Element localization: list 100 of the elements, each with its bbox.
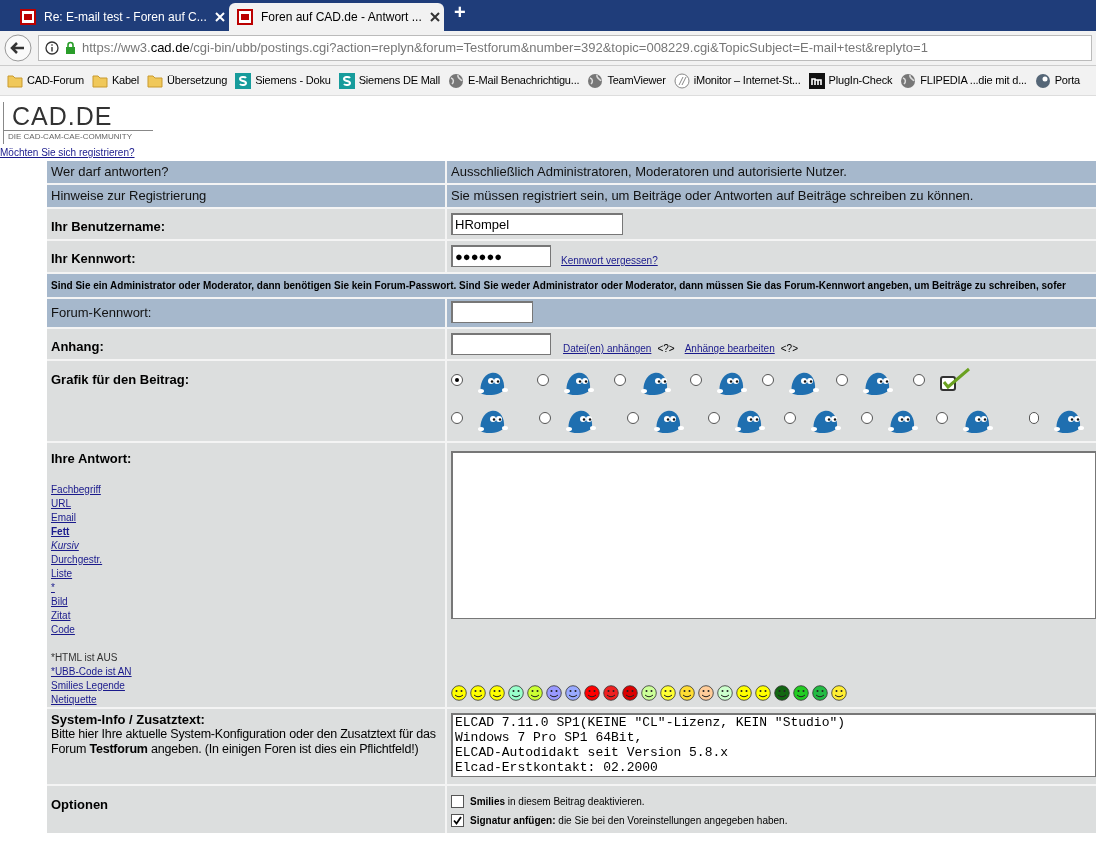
- format-link[interactable]: Zitat: [51, 608, 71, 623]
- radio-button[interactable]: [690, 374, 702, 386]
- radio-button[interactable]: [913, 374, 925, 386]
- smiley-icon[interactable]: [698, 685, 714, 701]
- folder-icon: [147, 72, 163, 89]
- bookmark[interactable]: iMonitor – Internet-St...: [673, 72, 801, 89]
- register-link[interactable]: Möchten Sie sich registrieren?: [0, 147, 135, 159]
- format-link[interactable]: Durchgestr.: [51, 552, 103, 567]
- radio-button[interactable]: [861, 412, 873, 424]
- letter-m-icon: [808, 72, 825, 89]
- help-link[interactable]: *UBB-Code ist AN: [51, 664, 132, 679]
- smiley-icon[interactable]: [660, 685, 676, 701]
- back-icon[interactable]: [4, 34, 32, 62]
- close-icon[interactable]: [429, 12, 440, 22]
- smiley-icon[interactable]: [451, 685, 467, 701]
- smiley-icon[interactable]: [489, 685, 505, 701]
- field-label: Ihr Benutzername:: [51, 219, 166, 234]
- format-link[interactable]: Email: [51, 510, 76, 525]
- field-label: Ihre Antwort:: [51, 450, 133, 468]
- radio-button[interactable]: [936, 412, 948, 424]
- field-label: Wer darf antworten?: [51, 163, 169, 182]
- radio-button[interactable]: [537, 374, 549, 386]
- attachment-link[interactable]: Datei(en) anhängen: [563, 341, 652, 356]
- smiley-icon[interactable]: [508, 685, 524, 701]
- help-link[interactable]: <?>: [780, 341, 798, 356]
- radio-button[interactable]: [762, 374, 774, 386]
- smiley-icon[interactable]: [622, 685, 638, 701]
- browser-tab[interactable]: Foren auf CAD.de - Antwort ...: [229, 3, 444, 31]
- checkbox[interactable]: [451, 795, 464, 808]
- help-link[interactable]: <?>: [657, 341, 675, 356]
- password-field[interactable]: ●●●●●●: [451, 245, 551, 267]
- smiley-icon[interactable]: [527, 685, 543, 701]
- notice-text: Sind Sie ein Administrator oder Moderator, dann benötigen Sie kein Forum-Passwort. Sind Sie weder Administrator oder Moderator, dann müssen Sie das Forum-Kennwort angeben, um Beiträge zu schreiben, sofer: [51, 279, 1066, 293]
- bookmark[interactable]: PlugIn-Check: [808, 72, 893, 89]
- bookmark[interactable]: CAD-Forum: [7, 72, 84, 89]
- letter-s-icon: [235, 72, 252, 89]
- smiley-icon[interactable]: [755, 685, 771, 701]
- forum-password-field[interactable]: [451, 301, 533, 323]
- radio-button[interactable]: [627, 412, 639, 424]
- folder-icon: [91, 72, 108, 89]
- radio-button[interactable]: [614, 374, 626, 386]
- folder-icon: [7, 72, 23, 89]
- format-link[interactable]: Fett: [51, 524, 70, 539]
- bookmark[interactable]: Kabel: [91, 72, 139, 89]
- bookmark[interactable]: Siemens DE Mall: [338, 72, 440, 89]
- browser-tab[interactable]: Re: E-mail test - Foren auf C...: [12, 3, 227, 31]
- attachment-link[interactable]: Anhänge bearbeiten: [684, 341, 775, 356]
- format-link[interactable]: Kursiv: [51, 538, 79, 553]
- smiley-icon[interactable]: [812, 685, 828, 701]
- smiley-icon[interactable]: [679, 685, 695, 701]
- radio-button[interactable]: [451, 374, 463, 386]
- system-info-textarea[interactable]: ELCAD 7.11.0 SP1(KEINE "CL"-Lizenz, KEIN "Studio") Windows 7 Pro SP1 64Bit, ELCAD-Autodidakt seit Version 5.8.x Elcad-Erstkontakt: 02.2000: [451, 713, 1096, 777]
- globe-icon: [448, 72, 464, 89]
- bookmark[interactable]: Siemens - Doku: [235, 72, 331, 89]
- smiley-icon[interactable]: [831, 685, 847, 701]
- radio-button[interactable]: [836, 374, 848, 386]
- format-link[interactable]: Bild: [51, 594, 68, 609]
- bookmark[interactable]: E-Mail Benachrichtigu...: [448, 72, 580, 89]
- help-link[interactable]: Smilies Legende: [51, 678, 125, 693]
- field-label: Hinweise zur Registrierung: [51, 187, 207, 206]
- site-icon: [20, 9, 36, 25]
- forgot-password-link[interactable]: Kennwort vergessen?: [561, 253, 658, 268]
- smiley-icon[interactable]: [717, 685, 733, 701]
- bookmark[interactable]: TeamViewer: [587, 72, 666, 89]
- smiley-icon[interactable]: [793, 685, 809, 701]
- checkmark-icon: [939, 367, 971, 393]
- bookmark[interactable]: Porta: [1034, 72, 1080, 89]
- smiley-icon[interactable]: [470, 685, 486, 701]
- smiley-icon[interactable]: [736, 685, 752, 701]
- format-link[interactable]: Fachbegriff: [51, 482, 101, 497]
- format-link[interactable]: URL: [51, 496, 71, 511]
- letter-s-icon: [338, 72, 355, 89]
- bookmark[interactable]: FLIPEDIA ...die mit d...: [900, 72, 1027, 89]
- format-link[interactable]: *: [51, 580, 55, 595]
- smiley-icon[interactable]: [774, 685, 790, 701]
- username-field[interactable]: HRompel: [451, 213, 623, 235]
- radio-button[interactable]: [1029, 412, 1039, 424]
- field-description: Bitte hier Ihre aktuelle System-Konfiguration oder den Zusatztext für das Forum Testforum angeben. (In einigen Foren ist dies ein Pflichtfeld!): [51, 727, 437, 757]
- radio-button[interactable]: [708, 412, 720, 424]
- radio-button[interactable]: [451, 412, 463, 424]
- bookmark[interactable]: Übersetzung: [147, 72, 228, 89]
- format-link[interactable]: Liste: [51, 566, 73, 581]
- smiley-icon[interactable]: [603, 685, 619, 701]
- new-tab-button[interactable]: +: [454, 0, 466, 27]
- attachment-field[interactable]: [451, 333, 551, 355]
- help-link[interactable]: Netiquette: [51, 692, 97, 707]
- smiley-icon[interactable]: [641, 685, 657, 701]
- field-label: Anhang:: [51, 339, 104, 354]
- checkbox[interactable]: [451, 814, 464, 827]
- smiley-icon[interactable]: [584, 685, 600, 701]
- radio-button[interactable]: [539, 412, 551, 424]
- smiley-icon[interactable]: [546, 685, 562, 701]
- site-logo: CAD.DE DIE CAD-CAM-CAE-COMMUNITY: [3, 102, 153, 144]
- radio-button[interactable]: [784, 412, 796, 424]
- smiley-icon[interactable]: [565, 685, 581, 701]
- html-status: *HTML ist AUS: [51, 650, 119, 665]
- info-icon[interactable]: [45, 41, 59, 55]
- format-link[interactable]: Code: [51, 622, 75, 637]
- reply-textarea[interactable]: [451, 451, 1096, 619]
- address-field[interactable]: https://ww3.cad.de/cgi-bin/ubb/postings.cgi?action=replyn&forum=Testforum&number=392&topic=008229.cgi&TopicSubject=E-mail+test&replyto=1: [38, 35, 1092, 61]
